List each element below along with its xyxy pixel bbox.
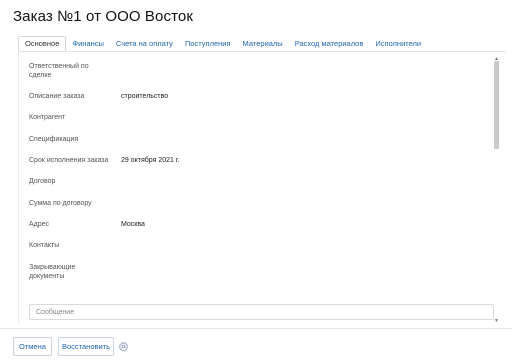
field-label-specification: Спецификация [29,136,79,143]
field-label-description: Описание заказа [29,93,85,100]
tab-main[interactable]: Основное [18,36,67,52]
field-label-contract-sum: Сумма по договору [29,200,92,207]
message-input[interactable]: Сообщение [29,304,494,320]
field-label-closing-documents: Закрывающие документы [29,264,76,280]
tab-invoices[interactable]: Счета на оплату [110,37,179,52]
tab-material-consumption[interactable]: Расход материалов [289,37,370,52]
tab-executors[interactable]: Исполнители [369,37,427,52]
gear-icon[interactable] [118,341,129,352]
restore-button[interactable]: Восстановить [58,337,114,356]
field-value-description[interactable]: строительство [121,93,168,102]
tab-receipts[interactable]: Поступления [179,37,237,52]
footer-divider [0,328,512,329]
scrollbar[interactable]: ▲ ▼ [493,56,500,324]
tab-bar: Основное Финансы Счета на оплату Поступл… [18,36,512,52]
field-label-address: Адрес [29,221,50,228]
tab-finance[interactable]: Финансы [66,37,110,52]
cancel-button[interactable]: Отмена [13,337,52,356]
field-label-deadline: Срок исполнения заказа [29,157,109,164]
chevron-down-icon[interactable]: ▼ [493,318,500,324]
field-value-deadline[interactable]: 29 октября 2021 г. [121,157,179,166]
field-value-address[interactable]: Москва [121,221,145,230]
main-panel: Ответственный по сделке Описание заказа … [18,52,506,324]
field-label-counterparty: Контрагент [29,114,66,121]
scroll-thumb[interactable] [494,61,499,149]
field-label-contacts: Контакты [29,242,60,249]
page-title: Заказ №1 от ООО Восток [13,8,193,25]
field-label-responsible: Ответственный по сделке [29,63,89,79]
field-label-contract: Договор [29,178,56,185]
tab-materials[interactable]: Материалы [237,37,289,52]
